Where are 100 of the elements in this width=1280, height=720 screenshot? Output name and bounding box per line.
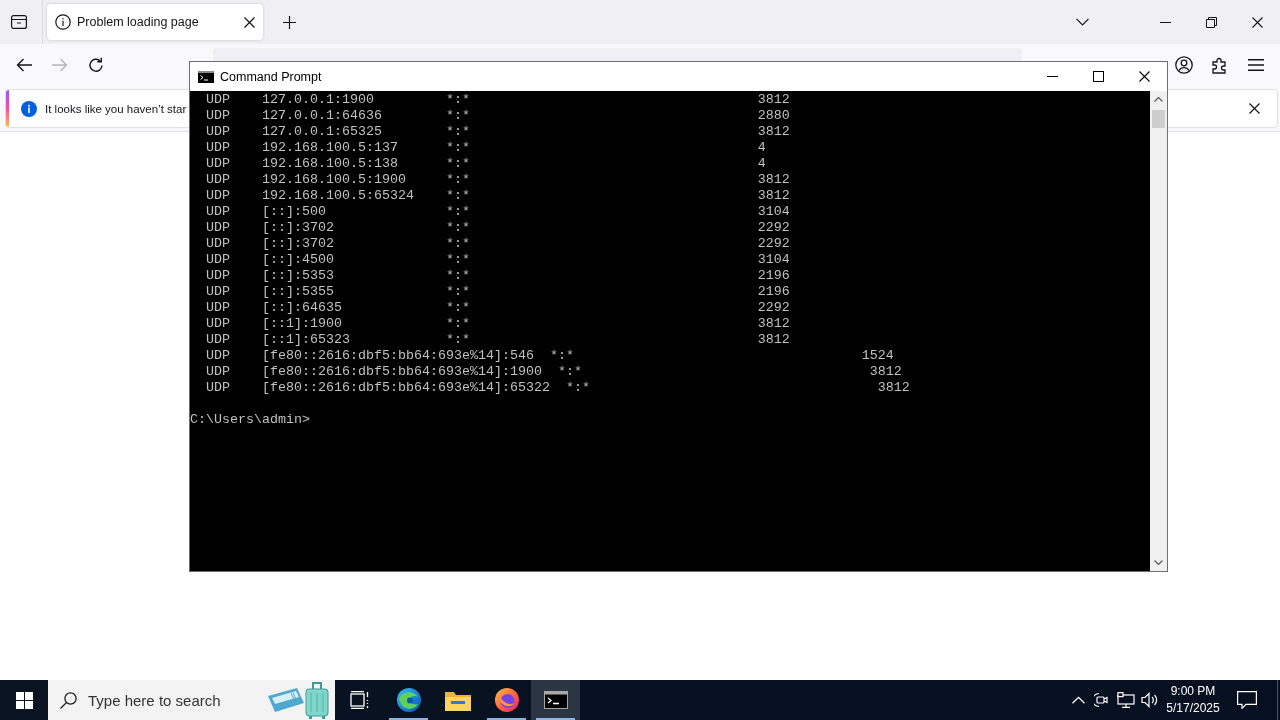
protocol-text: UDP [206,316,230,332]
local-address-text: [::]:4500 [261,252,334,268]
protocol-text: UDP [206,172,230,188]
close-icon[interactable] [1251,16,1263,28]
terminal-icon[interactable] [543,691,568,709]
local-address-text: [::]:5353 [261,268,334,284]
pid-text: 4 [757,156,766,172]
protocol-text: UDP [206,220,230,236]
foreign-address-text: *:* [445,124,470,140]
protocol-text: UDP [206,284,230,300]
info-icon [21,100,37,117]
protocol-text: UDP [206,156,230,172]
speaker-icon[interactable] [1141,692,1159,708]
pid-text: 3812 [869,364,902,380]
scroll-up-icon[interactable] [1154,97,1163,102]
folder-icon[interactable] [444,689,471,711]
protocol-text: UDP [206,364,230,380]
search-icon [60,691,77,709]
foreign-address-text: *:* [557,364,582,380]
chevron-up-icon[interactable] [1071,696,1085,704]
task-view-icon[interactable] [349,691,370,709]
pid-text: 3812 [877,380,910,396]
back-arrow-icon[interactable] [16,58,32,72]
foreign-address-text: *:* [445,140,470,156]
pid-text: 2292 [757,300,790,316]
time-text: 9:00 PM [1170,683,1216,700]
address-field[interactable] [213,48,1022,61]
local-address-text: 192.168.100.5:138 [261,156,398,172]
local-address-text: 192.168.100.5:137 [261,140,398,156]
ticket-icon [267,687,305,713]
protocol-text: UDP [206,332,230,348]
camera-icon[interactable] [1094,692,1110,708]
notification-text: It looks like you haven’t star [45,102,187,115]
protocol-text: UDP [206,236,230,252]
search-input[interactable]: Type here to search [88,691,224,709]
local-address-text: [fe80::2616:dbf5:bb64:693e%14]:546 [261,348,534,364]
close-icon[interactable] [1249,103,1260,114]
pid-text: 1524 [861,348,894,364]
browser-tab[interactable]: Problem loading page [47,4,263,40]
pid-text: 2292 [757,220,790,236]
protocol-text: UDP [206,252,230,268]
account-icon[interactable] [1175,56,1193,74]
foreign-address-text: *:* [445,92,470,108]
protocol-text: UDP [206,108,230,124]
local-address-text: 127.0.0.1:1900 [261,92,374,108]
taskbar-button[interactable] [531,680,580,720]
scrollbar[interactable] [1150,91,1167,571]
protocol-text: UDP [206,92,230,108]
local-address-text: 127.0.0.1:65325 [261,124,382,140]
protocol-text: UDP [206,300,230,316]
start-icon[interactable] [15,691,33,709]
foreign-address-text: *:* [445,204,470,220]
foreign-address-text: *:* [445,108,470,124]
pid-text: 3812 [757,172,790,188]
date-text: 5/17/2025 [1166,700,1220,717]
search-box[interactable]: Type here to search [48,680,335,720]
pid-text: 3812 [757,188,790,204]
foreign-address-text: *:* [445,220,470,236]
pid-text: 3104 [757,252,790,268]
pid-text: 2196 [757,284,790,300]
minimize-icon[interactable] [1159,21,1171,23]
local-address-text: [::]:3702 [261,220,334,236]
scroll-down-icon[interactable] [1154,560,1163,565]
menu-icon[interactable] [1248,59,1264,71]
pid-text: 4 [757,140,766,156]
protocol-text: UDP [206,380,230,396]
foreign-address-text: *:* [445,236,470,252]
local-address-text: [::]:3702 [261,236,334,252]
fox-globe-icon[interactable] [494,688,519,712]
protocol-text: UDP [206,204,230,220]
minimize-icon[interactable] [1046,76,1058,77]
local-address-text: [::1]:1900 [261,316,342,332]
local-address-text: [fe80::2616:dbf5:bb64:693e%14]:1900 [261,364,542,380]
protocol-text: UDP [206,348,230,364]
foreign-address-text: *:* [549,348,574,364]
box-icon[interactable] [11,15,27,29]
prompt-text: C:\Users\admin> [190,412,310,428]
network-icon[interactable] [1117,692,1135,708]
foreign-address-text: *:* [445,316,470,332]
pid-text: 3812 [757,124,790,140]
chevron-down-icon[interactable] [1075,18,1089,26]
browser-swirl-icon[interactable] [396,688,421,712]
restore-icon[interactable] [1205,16,1217,28]
plus-icon[interactable] [282,15,296,29]
foreign-address-text: *:* [565,380,590,396]
pid-text: 2880 [757,108,790,124]
pid-text: 2196 [757,268,790,284]
pid-text: 2292 [757,236,790,252]
scrollbar-thumb[interactable] [1152,110,1165,128]
reload-icon[interactable] [88,57,104,73]
pid-text: 3104 [757,204,790,220]
foreign-address-text: *:* [445,252,470,268]
foreign-address-text: *:* [445,188,470,204]
maximize-icon[interactable] [1092,71,1104,82]
local-address-text: 127.0.0.1:64636 [261,108,382,124]
close-icon[interactable] [1138,71,1150,82]
local-address-text: [::]:64635 [261,300,342,316]
close-icon[interactable] [244,16,255,28]
chat-bubble-icon[interactable] [1237,691,1257,709]
puzzle-piece-icon[interactable] [1211,56,1229,74]
